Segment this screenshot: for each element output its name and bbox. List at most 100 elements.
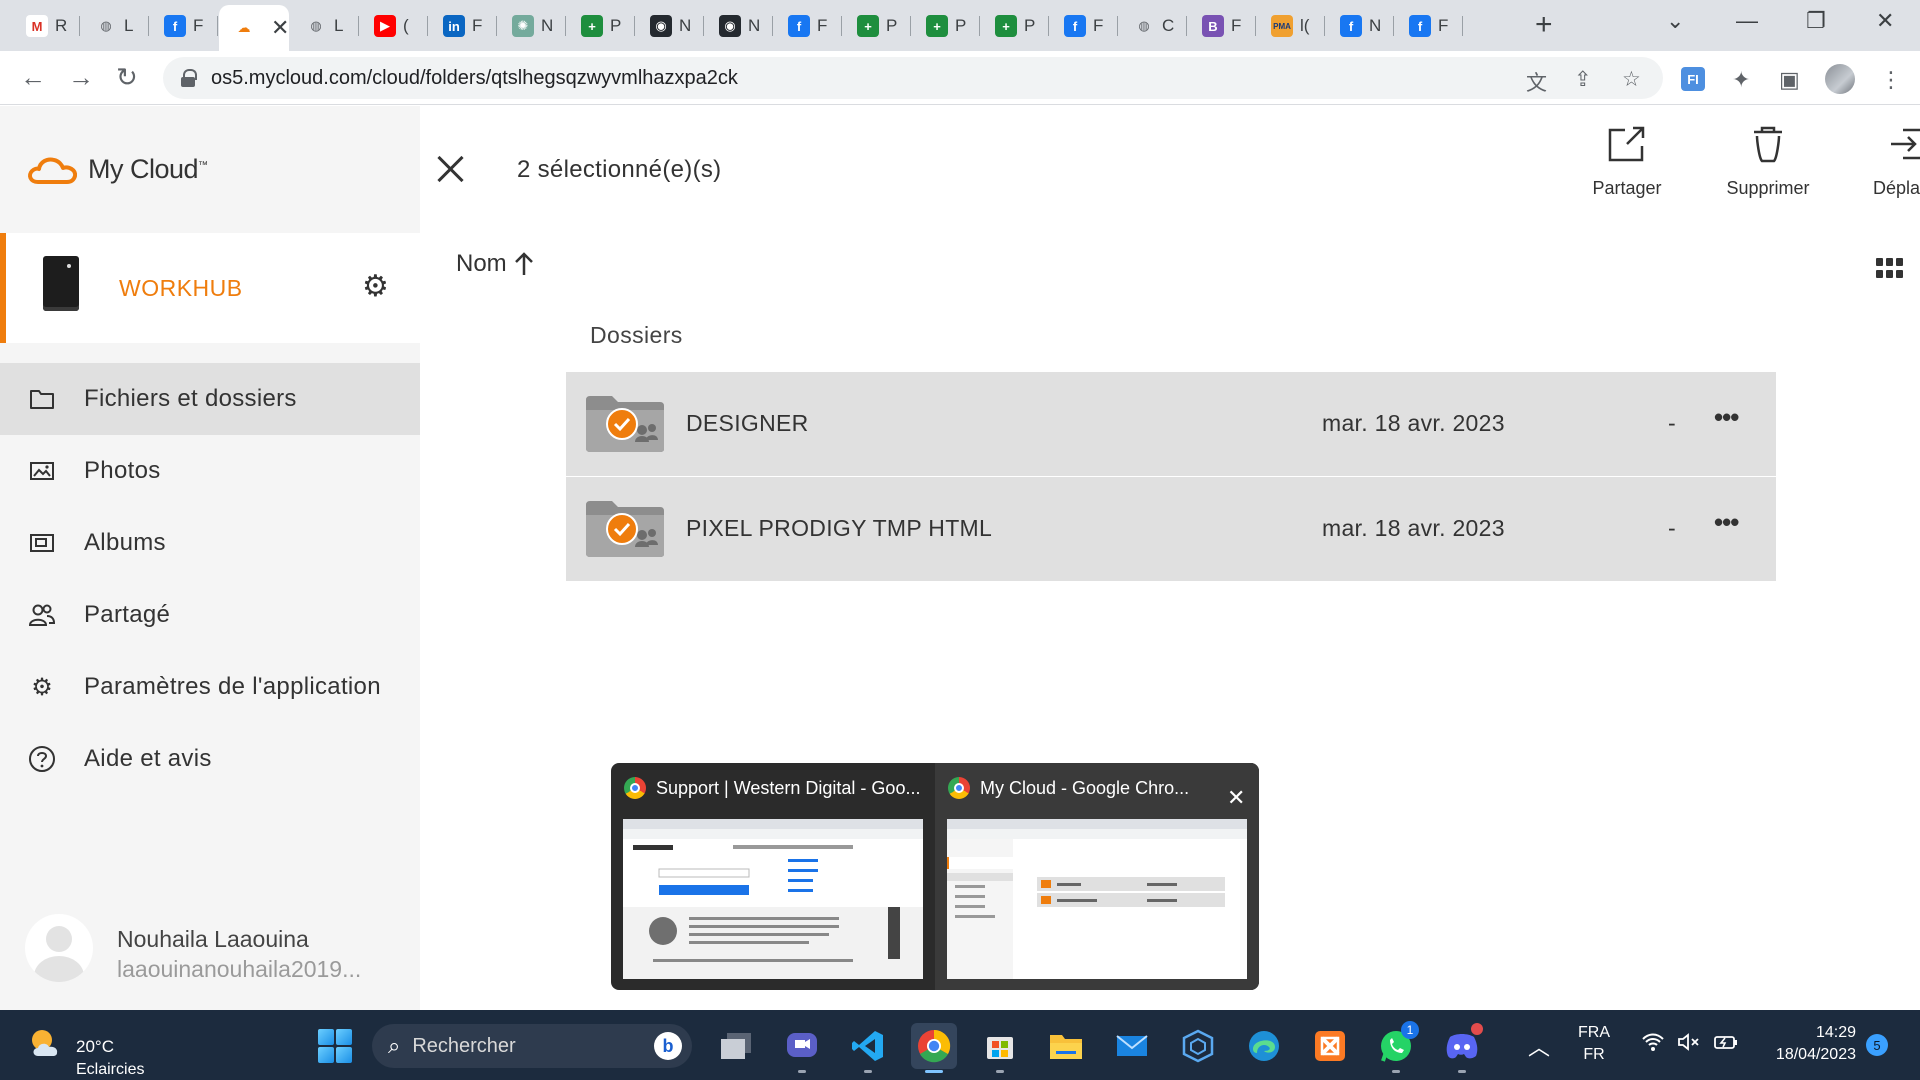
search-icon: ⌕ [388, 1033, 401, 1058]
translate-icon[interactable]: 文 [1526, 67, 1547, 97]
forward-button[interactable]: → [68, 62, 94, 93]
browser-tab[interactable]: ✺ N [498, 6, 566, 46]
delete-button[interactable]: Supprimer [1708, 124, 1828, 199]
tab-search-icon[interactable]: ⌄ [1666, 8, 1684, 34]
section-title-folders: Dossiers [590, 322, 683, 348]
tab-title: F [817, 16, 828, 35]
selection-count: 2 sélectionné(e)(s) [517, 156, 722, 183]
side-panel-icon[interactable]: ▣ [1779, 67, 1800, 93]
bing-icon[interactable]: b [654, 1032, 682, 1060]
notification-count-badge[interactable]: 5 [1866, 1034, 1888, 1056]
browser-tab[interactable]: ◉ N [705, 6, 773, 46]
input-language[interactable]: FRA FR [1578, 1022, 1610, 1066]
start-button[interactable] [318, 1029, 352, 1063]
browser-tab[interactable]: ◍ L [81, 6, 149, 46]
restore-button[interactable]: ❐ [1806, 8, 1826, 34]
preview-window-mycloud[interactable]: My Cloud - Google Chro... ✕ [935, 763, 1259, 990]
browser-tab[interactable]: fF [774, 6, 842, 46]
browser-tab[interactable]: BF [1188, 6, 1256, 46]
show-hidden-icons-chevron-up-icon[interactable]: ︿ [1528, 1030, 1550, 1062]
browser-tab[interactable]: fN [1326, 6, 1394, 46]
back-button[interactable]: ← [20, 62, 46, 93]
more-options-icon[interactable]: ••• [1714, 402, 1739, 433]
browser-tab[interactable]: fF [150, 6, 218, 46]
sheets-icon: + [926, 15, 948, 37]
browser-tab[interactable]: + P [981, 6, 1049, 46]
preview-window-support[interactable]: Support | Western Digital - Goo... [611, 763, 935, 990]
grid-view-icon[interactable] [1876, 258, 1904, 278]
reload-button[interactable]: ↻ [116, 62, 138, 93]
chrome-taskbar-icon[interactable] [911, 1023, 957, 1073]
nav-item-help[interactable]: Aide et avis [0, 723, 420, 795]
preview-close-icon[interactable]: ✕ [1227, 785, 1245, 811]
discord-icon[interactable] [1439, 1023, 1485, 1073]
edge-icon[interactable] [1241, 1023, 1287, 1069]
folder-size: - [1668, 410, 1676, 436]
globe-icon: ◍ [95, 15, 117, 37]
vscode-icon[interactable] [845, 1023, 891, 1073]
browser-tab[interactable]: ◉ N [636, 6, 704, 46]
device-name: WORKHUB [119, 275, 243, 301]
browser-tab[interactable]: in F [429, 6, 497, 46]
close-tab-icon[interactable]: ✕ [271, 15, 289, 41]
device-settings-gear-icon[interactable]: ⚙ [362, 269, 389, 304]
new-tab-button[interactable]: + [1535, 8, 1553, 42]
shared-folder-icon [586, 501, 664, 557]
user-name: Nouhaila Laaouina [117, 926, 309, 952]
microsoft-store-icon[interactable] [977, 1023, 1023, 1073]
sort-by-name-button[interactable]: Nom [456, 250, 535, 278]
browser-tab[interactable]: ▶( [360, 6, 428, 46]
clear-selection-close-icon[interactable] [436, 154, 466, 184]
tab-separator [1462, 16, 1463, 36]
address-bar[interactable]: os5.mycloud.com/cloud/folders/qtslhegsqz… [163, 57, 1663, 99]
browser-tab[interactable]: fF [1050, 6, 1118, 46]
move-button[interactable]: Déplacer [1849, 124, 1920, 199]
device-card[interactable]: WORKHUB ⚙ [0, 233, 420, 343]
nav-item-albums[interactable]: Albums [0, 507, 420, 579]
xampp-icon[interactable] [1307, 1023, 1353, 1069]
browser-tab[interactable]: ◍ C [1119, 6, 1187, 46]
browser-tab[interactable]: fF [1395, 6, 1463, 46]
browser-tab[interactable]: ◍ L [291, 6, 359, 46]
nav-item-app-settings[interactable]: ⚙ Paramètres de l'application [0, 651, 420, 723]
sheets-icon: + [857, 15, 879, 37]
whatsapp-icon[interactable]: 1 [1373, 1021, 1419, 1073]
browser-tab[interactable]: ☁M✕ [219, 5, 289, 51]
profile-avatar[interactable] [1825, 64, 1855, 94]
speaker-muted-icon[interactable] [1677, 1032, 1701, 1058]
mycloud-logo[interactable]: My Cloud™ [26, 154, 208, 185]
browser-tab[interactable]: + P [912, 6, 980, 46]
mail-icon[interactable] [1109, 1023, 1155, 1069]
bookmark-star-icon[interactable]: ☆ [1622, 67, 1641, 92]
extension-fi-icon[interactable]: FI [1681, 67, 1705, 91]
browser-tab[interactable]: + P [567, 6, 635, 46]
file-explorer-icon[interactable] [1043, 1023, 1089, 1069]
task-view-icon[interactable] [713, 1023, 759, 1069]
nav-item-shared[interactable]: Partagé [0, 579, 420, 651]
battery-charging-icon[interactable] [1713, 1032, 1739, 1058]
preview-title: Support | Western Digital - Goo... [656, 777, 921, 798]
share-button[interactable]: Partager [1567, 124, 1687, 199]
share-icon [1608, 126, 1645, 162]
share-label: Partager [1592, 178, 1662, 198]
browser-tab[interactable]: PMA l( [1257, 6, 1325, 46]
extensions-puzzle-icon[interactable]: ✦ [1732, 67, 1750, 93]
virtualbox-icon[interactable] [1175, 1023, 1221, 1069]
folder-row[interactable]: PIXEL PRODIGY TMP HTML mar. 18 avr. 2023… [566, 477, 1776, 581]
browser-menu-icon[interactable]: ⋮ [1880, 67, 1902, 93]
browser-tab[interactable]: MR [12, 6, 80, 46]
nav-item-files[interactable]: Fichiers et dossiers [0, 363, 420, 435]
tab-separator [1393, 16, 1394, 36]
nav-item-photos[interactable]: Photos [0, 435, 420, 507]
share-page-icon[interactable]: ⇪ [1574, 67, 1592, 92]
close-window-button[interactable]: ✕ [1876, 8, 1894, 34]
taskbar-search[interactable]: ⌕ Rechercher b [372, 1024, 692, 1068]
minimize-button[interactable]: — [1736, 8, 1758, 34]
more-options-icon[interactable]: ••• [1714, 507, 1739, 538]
teams-chat-icon[interactable] [779, 1023, 825, 1073]
wifi-icon[interactable] [1641, 1032, 1665, 1058]
system-clock[interactable]: 14:29 18/04/2023 [1760, 1022, 1856, 1066]
browser-tab[interactable]: + P [843, 6, 911, 46]
folder-row[interactable]: DESIGNER mar. 18 avr. 2023 - ••• [566, 372, 1776, 476]
lock-icon[interactable] [181, 69, 197, 87]
